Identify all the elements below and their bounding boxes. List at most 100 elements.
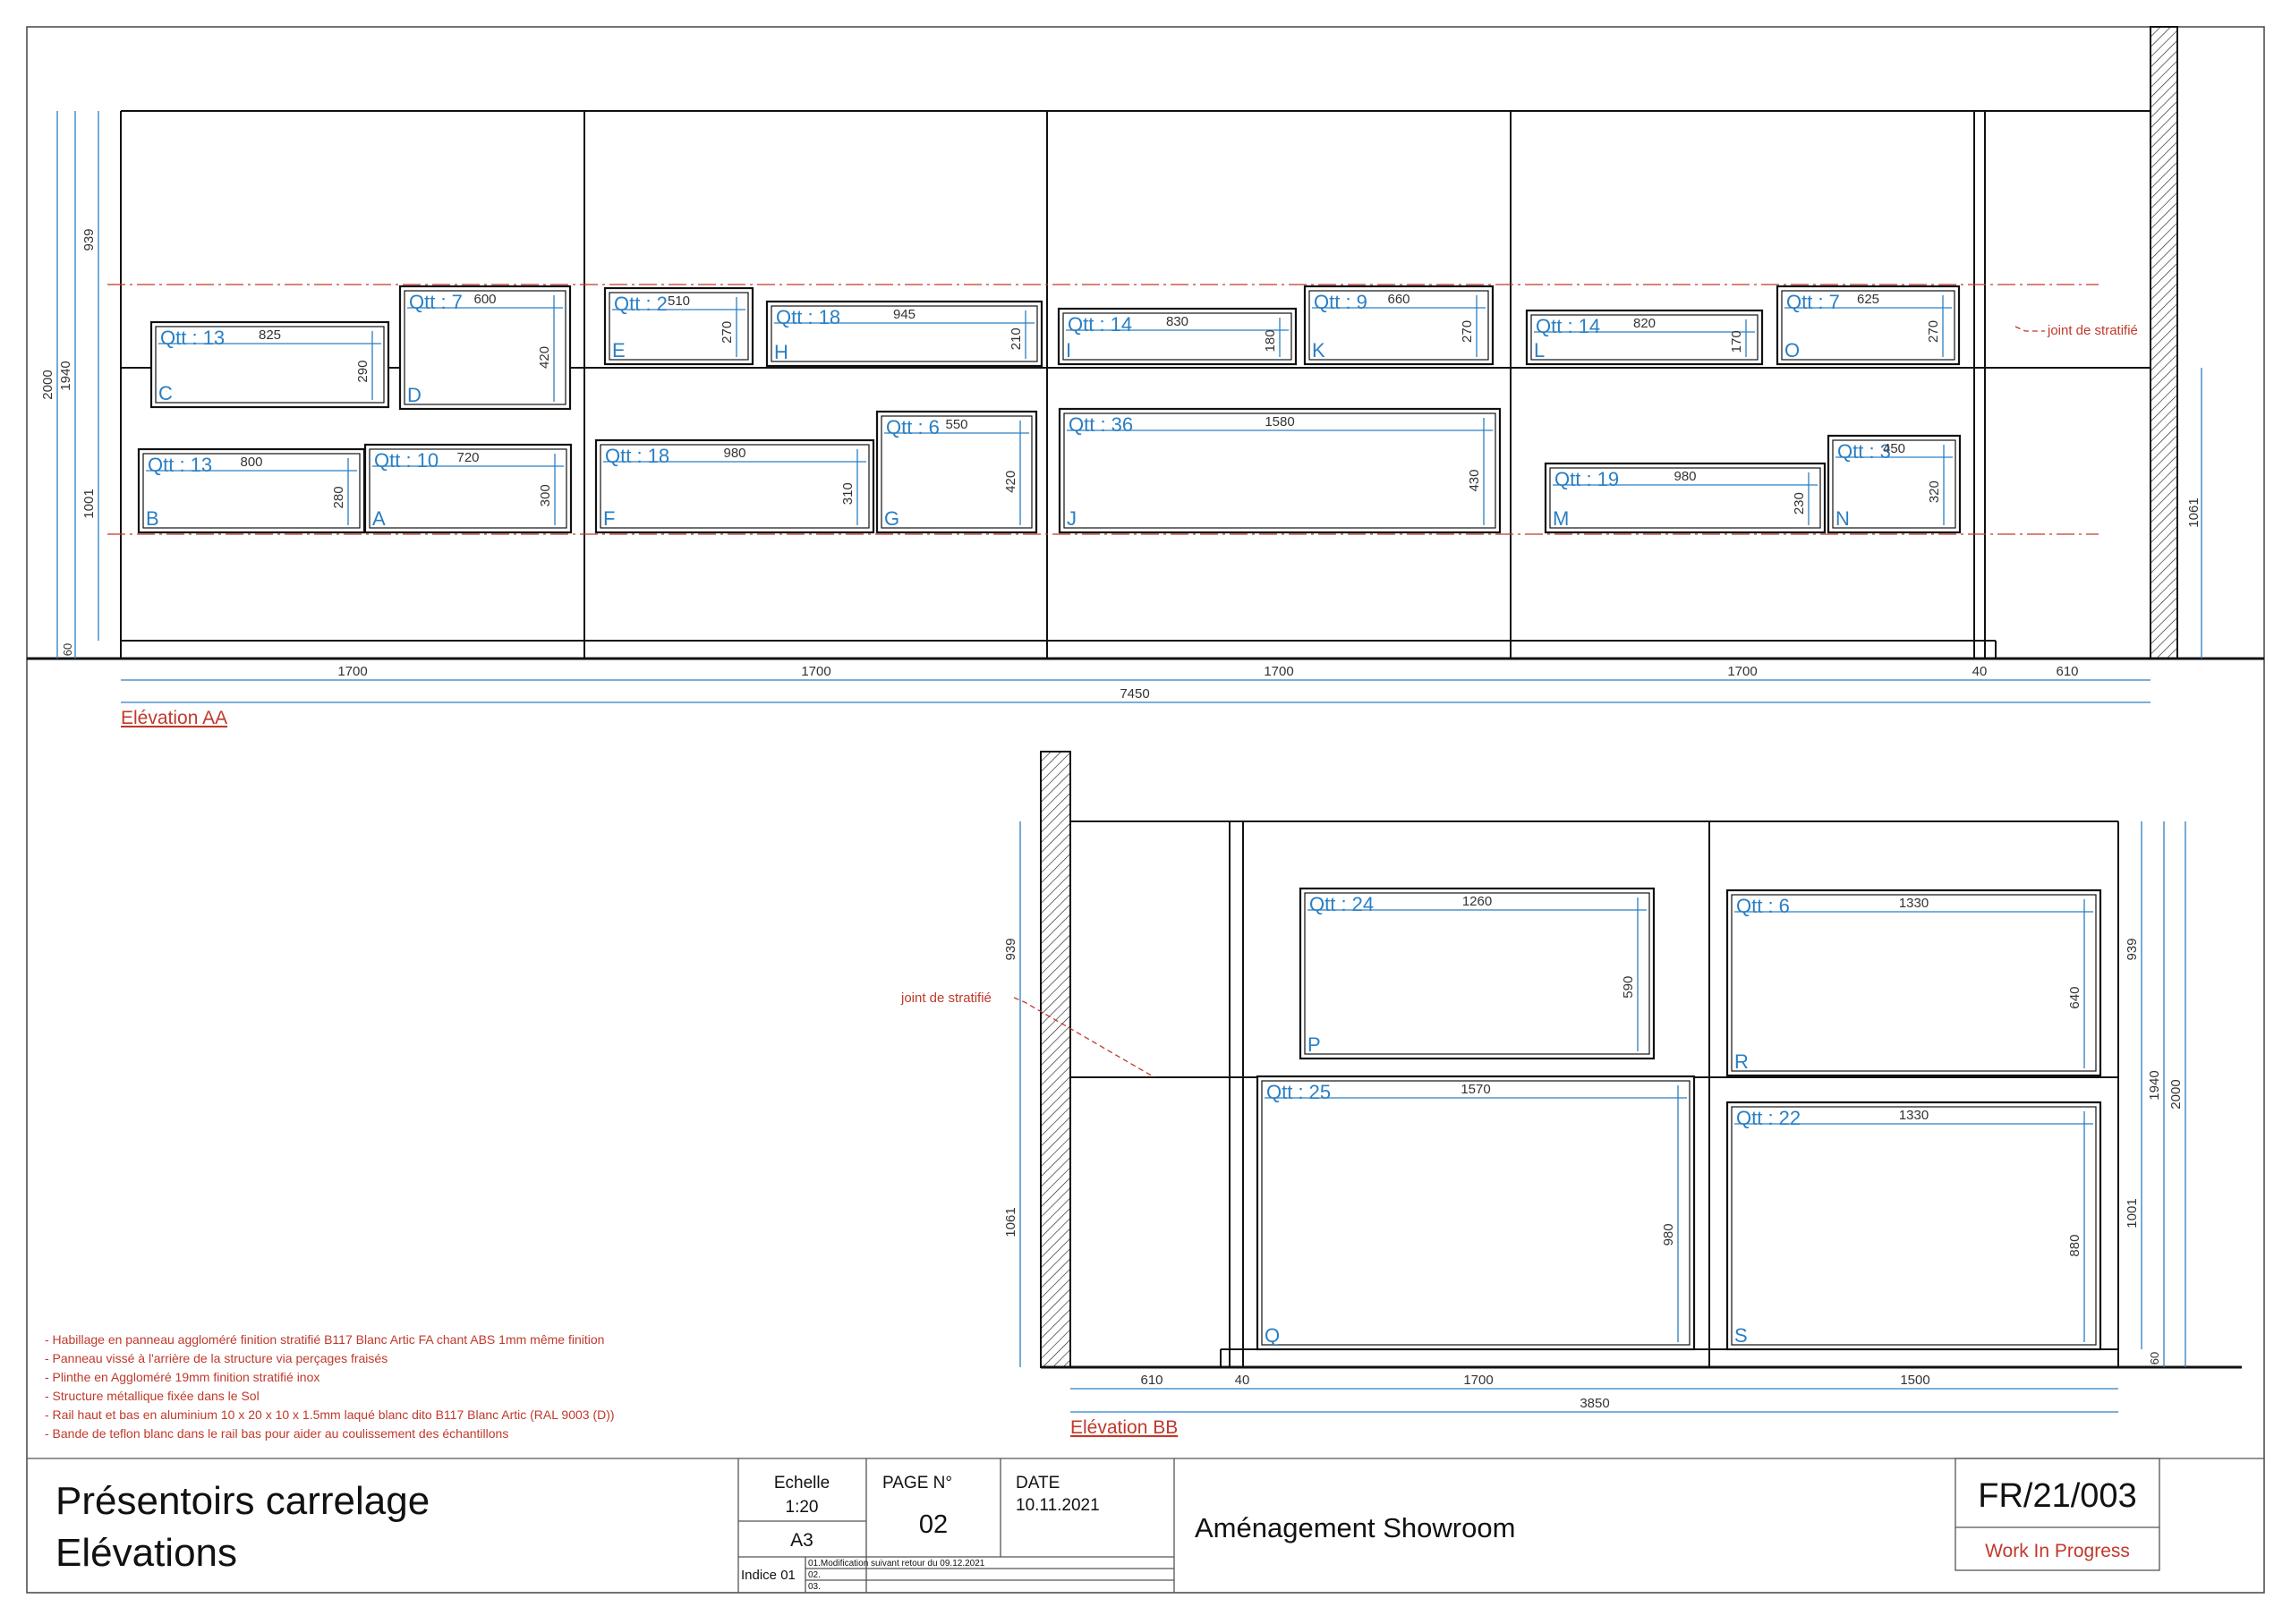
panel-letter: A xyxy=(372,507,386,530)
panel-width-label: 980 xyxy=(723,446,745,461)
panel-n: Qtt : 3450320N xyxy=(1827,434,1962,534)
panel-letter: G xyxy=(884,507,899,530)
panel-b: Qtt : 13 800 280 B xyxy=(137,447,366,534)
panel-height-label: 210 xyxy=(1009,327,1024,350)
panel-height-label: 230 xyxy=(1792,492,1807,514)
dim-60-aa: 60 xyxy=(61,643,74,656)
dim-2000-bb: 2000 xyxy=(2168,1079,2184,1109)
panel-width-label: 1330 xyxy=(1899,1108,1929,1123)
panel-letter: P xyxy=(1307,1033,1321,1056)
note-line: - Rail haut et bas en aluminium 10 x 20 … xyxy=(45,1407,615,1422)
panel-f: Qtt : 18 980 310 F xyxy=(594,438,875,534)
panel-width-label: 800 xyxy=(240,455,262,470)
indice-label: Indice 01 xyxy=(741,1568,796,1583)
date-label: DATE xyxy=(1016,1474,1060,1492)
panel-s: Qtt : 22 1330 880 S xyxy=(1725,1101,2102,1351)
panel-width-label: 945 xyxy=(893,307,916,322)
panel-width-label: 830 xyxy=(1166,314,1188,329)
note-line: - Plinthe en Aggloméré 19mm finition str… xyxy=(45,1370,319,1384)
panel-letter: M xyxy=(1553,507,1569,530)
dim-1001-bb: 1001 xyxy=(2125,1198,2140,1228)
panel-frame xyxy=(1725,889,2102,1077)
panel-letter: Q xyxy=(1265,1324,1280,1347)
dim-7450: 7450 xyxy=(1120,686,1149,701)
dim-1700-a: 1700 xyxy=(337,664,367,679)
dim-1700-c: 1700 xyxy=(1264,664,1293,679)
panel-width-label: 1570 xyxy=(1461,1082,1490,1097)
panel-qtt: Qtt : 14 xyxy=(1068,313,1132,336)
revision-line: 03. xyxy=(808,1582,821,1592)
dim-610-aa: 610 xyxy=(2056,664,2078,679)
dim-939-aa: 939 xyxy=(81,228,97,251)
panel-r: Qtt : 6 1330 640 R xyxy=(1725,889,2102,1077)
drawing-sheet: joint de stratifié 2000 1940 939 1001 60… xyxy=(26,26,2265,1594)
panel-qtt: Qtt : 7 xyxy=(1786,291,1840,313)
panel-qtt: Qtt : 10 xyxy=(374,449,439,472)
panel-width-label: 1330 xyxy=(1899,896,1929,911)
revision-line: 02. xyxy=(808,1570,821,1580)
dim-1061-aa: 1061 xyxy=(2186,497,2202,527)
dim-939-bb-left: 939 xyxy=(1003,938,1018,960)
panel-letter: F xyxy=(603,507,615,530)
panel-k: Qtt : 9 660 270 K xyxy=(1303,285,1495,366)
panel-p: Qtt : 24 1260 590 P xyxy=(1299,887,1656,1060)
panel-q: Qtt : 25 1570 980 Q xyxy=(1256,1075,1696,1351)
drawing-title-line1: Présentoirs carrelage xyxy=(55,1479,430,1523)
panels-aa: Qtt : 13 825 290 C Qtt : 7 600 420 D Qtt : 13 800… xyxy=(137,285,1962,534)
page-label: PAGE N° xyxy=(882,1474,952,1492)
panel-m: Qtt : 19 980 230 M xyxy=(1544,462,1827,534)
panel-height-label: 640 xyxy=(2067,987,2082,1009)
panel-h: Qtt : 18 945 210 H xyxy=(765,300,1043,368)
dim-939-bb-right: 939 xyxy=(2125,938,2140,960)
panel-frame xyxy=(1725,1101,2102,1351)
note-line: - Bande de teflon blanc dans le rail bas… xyxy=(45,1426,508,1441)
wall-hatch-aa xyxy=(2150,26,2178,659)
notes: - Habillage en panneau aggloméré finitio… xyxy=(45,1332,615,1441)
panel-height-label: 270 xyxy=(720,321,735,344)
panel-height-label: 590 xyxy=(1621,976,1636,999)
panel-width-label: 980 xyxy=(1674,469,1696,484)
dim-2000-aa: 2000 xyxy=(40,370,55,399)
note-line: - Panneau vissé à l'arrière de la struct… xyxy=(45,1351,388,1365)
panel-width-label: 825 xyxy=(259,327,281,343)
panel-a: Qtt : 10 720 300 A xyxy=(363,443,573,534)
panel-letter: D xyxy=(407,384,422,406)
panel-qtt: Qtt : 6 xyxy=(886,416,940,438)
panel-width-label: 625 xyxy=(1857,292,1879,307)
panel-height-label: 310 xyxy=(840,482,856,505)
echelle-value: 1:20 xyxy=(786,1498,819,1517)
panel-qtt: Qtt : 36 xyxy=(1069,413,1133,436)
panel-qtt: Qtt : 13 xyxy=(160,327,225,349)
panel-qtt: Qtt : 18 xyxy=(776,306,840,328)
panel-height-label: 430 xyxy=(1467,470,1482,492)
elevation-aa-title: Elévation AA xyxy=(121,708,227,728)
dim-1001-aa: 1001 xyxy=(81,489,97,518)
panel-letter: C xyxy=(158,382,173,404)
panel-letter: H xyxy=(774,341,788,363)
panel-height-label: 170 xyxy=(1729,330,1744,353)
panel-qtt: Qtt : 2 xyxy=(614,293,668,315)
dim-610-bb: 610 xyxy=(1140,1373,1163,1388)
panel-qtt: Qtt : 13 xyxy=(148,454,212,476)
joint-label-bb: joint de stratifié xyxy=(900,991,992,1006)
panel-width-label: 1260 xyxy=(1462,894,1492,909)
panel-height-label: 420 xyxy=(537,346,552,369)
panel-letter: S xyxy=(1734,1324,1748,1347)
panel-letter: R xyxy=(1734,1050,1749,1073)
panel-height-label: 420 xyxy=(1003,471,1018,493)
dim-1700-d: 1700 xyxy=(1727,664,1757,679)
panel-qtt: Qtt : 6 xyxy=(1736,895,1790,917)
note-line: - Habillage en panneau aggloméré finitio… xyxy=(45,1332,604,1347)
panel-l: Qtt : 14 820 170 L xyxy=(1525,309,1764,366)
revision-line: 01.Modification suivant retour du 09.12.… xyxy=(808,1559,985,1569)
joint-leader-bb xyxy=(1013,997,1155,1078)
drawing-title-line2: Elévations xyxy=(55,1531,237,1575)
status-label: Work In Progress xyxy=(1985,1541,2130,1561)
panel-qtt: Qtt : 9 xyxy=(1314,291,1367,313)
panel-width-label: 660 xyxy=(1387,292,1410,307)
format-value: A3 xyxy=(790,1530,813,1551)
joint-label-aa: joint de stratifié xyxy=(2047,323,2138,338)
panel-j: Qtt : 36 1580 430 J xyxy=(1058,407,1502,534)
elevation-bb-title: Elévation BB xyxy=(1070,1417,1178,1438)
panel-qtt: Qtt : 24 xyxy=(1309,893,1374,915)
